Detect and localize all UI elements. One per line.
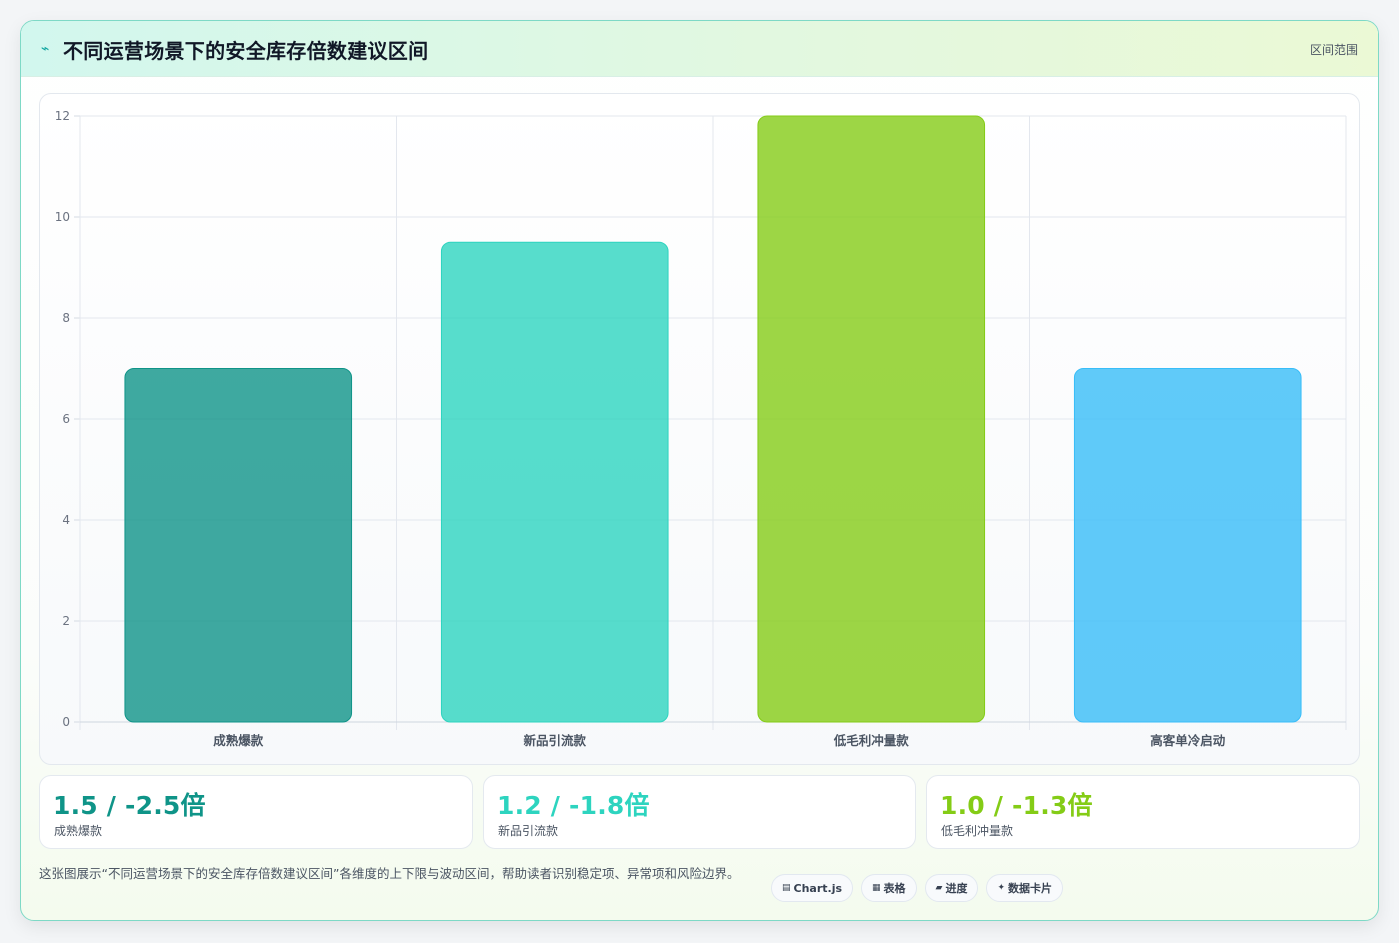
chip-label: 数据卡片: [1008, 882, 1053, 895]
progress-icon: ▰: [935, 883, 943, 893]
card-header: ⌁ 不同运营场景下的安全库存倍数建议区间 区间范围: [21, 21, 1378, 77]
chip-label: Chart.js: [793, 881, 843, 895]
bar: [440, 241, 669, 723]
y-tick-label: 4: [62, 513, 70, 527]
stat-value: 1.5 / -2.5倍: [53, 791, 206, 820]
spark-icon: ⌁: [41, 41, 50, 57]
chip-label: 表格: [883, 882, 906, 895]
bar: [1073, 368, 1302, 723]
bar-chart: 0 2 4 6 8 10 12 成熟爆款 新品引流款 低毛利冲量款 高客单冷启动: [55, 109, 1347, 748]
y-tick-label: 12: [55, 109, 70, 123]
x-tick-label: 高客单冷启动: [1150, 733, 1226, 748]
chip-chartjs[interactable]: ▤ Chart.js: [771, 874, 854, 902]
stat-value: 1.2 / -1.8倍: [497, 791, 650, 820]
x-tick-label: 成熟爆款: [213, 733, 264, 748]
y-tick-label: 10: [55, 210, 70, 224]
sparkle-icon: ✦: [997, 883, 1006, 893]
y-tick-label: 8: [62, 311, 70, 325]
bar: [757, 115, 986, 723]
tag-chips: ▤ Chart.js ▦ 表格 ▰ 进度 ✦ 数据卡片: [771, 874, 1064, 902]
y-tick-label: 2: [62, 614, 70, 628]
range-label: 区间范围: [1309, 43, 1358, 57]
chart-panel: 0 2 4 6 8 10 12 成熟爆款 新品引流款 低毛利冲量款 高客单冷启动: [39, 93, 1360, 765]
chart-card: ⌁ 不同运营场景下的安全库存倍数建议区间 区间范围 0 2 4 6 8 10 12 成熟爆款新…: [20, 20, 1379, 921]
stat-value: 1.0 / -1.3倍: [940, 791, 1093, 820]
chart-description: 这张图展示“不同运营场景下的安全库存倍数建议区间”各维度的上下限与波动区间，帮助…: [39, 866, 740, 881]
page-title: 不同运营场景下的安全库存倍数建议区间: [63, 39, 429, 63]
stat-card: 1.0 / -1.3倍 低毛利冲量款: [926, 775, 1360, 849]
stat-label: 低毛利冲量款: [941, 824, 1014, 838]
x-tick-label: 低毛利冲量款: [833, 733, 910, 748]
table-icon: ▦: [872, 883, 881, 893]
chip-table[interactable]: ▦ 表格: [861, 874, 917, 902]
y-tick-label: 6: [62, 412, 70, 426]
chip-progress[interactable]: ▰ 进度: [924, 874, 979, 902]
stat-card: 1.2 / -1.8倍 新品引流款: [483, 775, 916, 849]
stat-card: 1.5 / -2.5倍 成熟爆款: [39, 775, 473, 849]
stat-label: 新品引流款: [498, 824, 559, 838]
chip-label: 进度: [945, 882, 968, 895]
chip-data-card[interactable]: ✦ 数据卡片: [986, 874, 1064, 902]
x-tick-label: 新品引流款: [523, 733, 586, 748]
bar: [124, 368, 353, 723]
y-tick-label: 0: [62, 715, 70, 729]
stat-label: 成熟爆款: [54, 824, 103, 838]
chart-icon: ▤: [782, 883, 791, 893]
